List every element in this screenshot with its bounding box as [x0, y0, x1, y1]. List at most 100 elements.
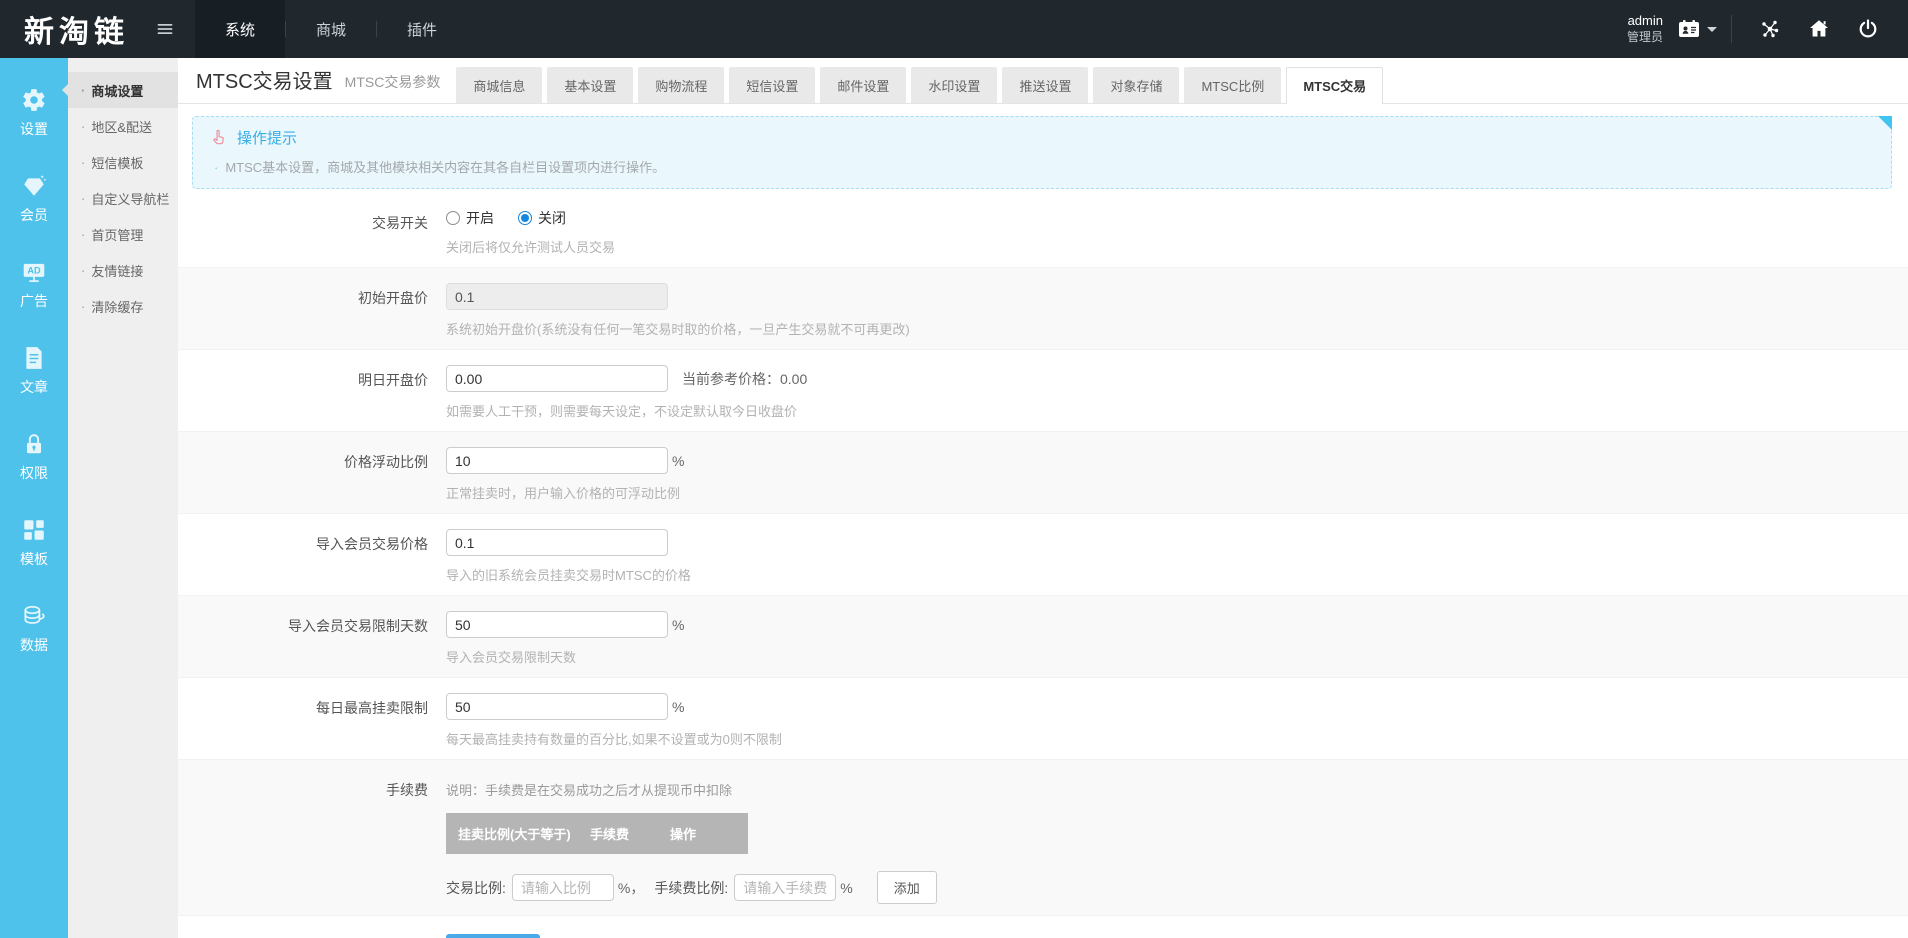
sidebar-item-region-delivery[interactable]: · 地区&配送 [68, 108, 178, 144]
add-fee-button[interactable]: 添加 [876, 871, 937, 904]
collapse-menu-icon[interactable] [139, 0, 191, 58]
fee-ratio-input[interactable] [511, 874, 614, 901]
module-ad[interactable]: AD 广告 [0, 242, 68, 328]
tab-object-storage[interactable]: 对象存储 [1093, 67, 1180, 103]
user-name: admin [1627, 13, 1663, 29]
radio-closed-label[interactable]: 关闭 [538, 208, 566, 228]
module-label: 数据 [20, 637, 48, 653]
fee-ratio-suffix: %， [617, 879, 645, 896]
network-icon [1762, 20, 1779, 38]
tab-push-settings[interactable]: 推送设置 [1002, 67, 1089, 103]
module-label: 广告 [20, 293, 48, 309]
hamburger-icon [157, 24, 173, 34]
top-menu-plugins[interactable]: 插件 [377, 0, 467, 58]
row-float-ratio: 价格浮动比例 % 正常挂卖时，用户输入价格的可浮动比例 [178, 432, 1908, 514]
tab-shopping-flow[interactable]: 购物流程 [638, 67, 725, 103]
float-ratio-input[interactable] [446, 447, 668, 474]
template-grid-icon [24, 520, 44, 540]
tomorrow-price-input[interactable] [446, 365, 668, 392]
tab-bar: MTSC交易设置 MTSC交易参数 商城信息 基本设置 购物流程 短信设置 邮件… [178, 58, 1908, 104]
field-help: 导入的旧系统会员挂卖交易时MTSC的价格 [446, 568, 691, 583]
sidebar-item-home-manage[interactable]: · 首页管理 [68, 216, 178, 252]
submit-button[interactable]: 确认提交 [446, 934, 540, 938]
page-subtitle: MTSC交易参数 [344, 74, 441, 90]
sidebar-item-custom-nav[interactable]: · 自定义导航栏 [68, 180, 178, 216]
row-import-price: 导入会员交易价格 导入的旧系统会员挂卖交易时MTSC的价格 [178, 514, 1908, 596]
sidebar-item-friend-links[interactable]: · 友情链接 [68, 252, 178, 288]
module-article[interactable]: 文章 [0, 328, 68, 414]
tab-basic-settings[interactable]: 基本设置 [547, 67, 634, 103]
module-template[interactable]: 模板 [0, 500, 68, 586]
row-import-days: 导入会员交易限制天数 % 导入会员交易限制天数 [178, 596, 1908, 678]
hand-pointer-icon [213, 129, 224, 145]
gear-icon [23, 89, 45, 111]
field-help: 如需要人工干预，则需要每天设定，不设定默认取今日收盘价 [446, 404, 798, 419]
tab-mtsc-ratio[interactable]: MTSC比例 [1184, 67, 1282, 103]
settings-form: 交易开关 开启 关闭 关闭后将仅允许测试人员交易 初始开盘价 0.1 系统初始开… [178, 193, 1908, 938]
fee-note: 说明：手续费是在交易成功之后才从提现币中扣除 [446, 783, 733, 798]
logout-button[interactable] [1856, 17, 1880, 41]
field-help: 关闭后将仅允许测试人员交易 [446, 240, 616, 255]
sidebar-item-label: 首页管理 [91, 227, 144, 243]
tab-sms-settings[interactable]: 短信设置 [729, 67, 816, 103]
reference-price: 当前参考价格：0.00 [682, 370, 808, 387]
fee-ratio-label: 交易比例: [446, 879, 506, 896]
module-member[interactable]: 会员 [0, 156, 68, 242]
module-data[interactable]: 数据 [0, 586, 68, 672]
percent-suffix: % [672, 698, 685, 715]
page-title: MTSC交易设置 [196, 71, 333, 93]
top-menu-mall[interactable]: 商城 [286, 0, 376, 58]
sidebar-item-label: 自定义导航栏 [91, 191, 170, 207]
notice-item-text: MTSC基本设置，商城及其他模块相关内容在其各自栏目设置项内进行操作。 [225, 160, 666, 175]
row-trade-switch: 交易开关 开启 关闭 关闭后将仅允许测试人员交易 [178, 193, 1908, 268]
bullet: · [81, 262, 86, 278]
field-label: 明日开盘价 [358, 372, 428, 388]
import-days-input[interactable] [446, 611, 668, 638]
top-bar-right: admin 管理员 [1627, 0, 1908, 58]
top-menu-system[interactable]: 系统 [195, 0, 286, 58]
tab-shop-info[interactable]: 商城信息 [456, 67, 543, 103]
lock-icon [26, 434, 42, 454]
chevron-down-icon[interactable] [1707, 26, 1717, 32]
bullet: · [81, 298, 86, 314]
field-help: 导入会员交易限制天数 [446, 650, 577, 665]
radio-closed[interactable] [518, 211, 532, 225]
daily-sell-limit-input[interactable] [446, 693, 668, 720]
top-bar: 新淘链 系统 商城 插件 admin 管理员 [0, 0, 1908, 58]
fee-percent-input[interactable] [734, 874, 837, 901]
row-initial-price: 初始开盘价 系统初始开盘价(系统没有任何一笔交易时取的价格，一旦产生交易就不可再… [178, 268, 1908, 350]
network-button[interactable] [1758, 17, 1782, 41]
notice-title: 操作提示 [237, 130, 298, 147]
active-item-notch [62, 84, 68, 96]
module-label: 会员 [20, 207, 48, 223]
module-settings[interactable]: 设置 [0, 70, 68, 156]
ad-billboard-icon: AD [23, 263, 45, 282]
bullet: · [81, 118, 86, 134]
sidebar-item-shop-settings[interactable]: · 商城设置 [62, 72, 178, 108]
home-icon [1810, 20, 1828, 37]
field-label-spacer [178, 934, 446, 938]
content-area: MTSC交易设置 MTSC交易参数 商城信息 基本设置 购物流程 短信设置 邮件… [178, 58, 1908, 938]
row-tomorrow-price: 明日开盘价 当前参考价格：0.00 如需要人工干预，则需要每天设定，不设定默认取… [178, 350, 1908, 432]
id-card-icon [1679, 20, 1699, 37]
module-permission[interactable]: 权限 [0, 414, 68, 500]
home-button[interactable] [1806, 17, 1832, 41]
notice-title-row: 操作提示 [209, 127, 1875, 148]
fee-col-ratio: 挂卖比例(大于等于) [458, 827, 571, 842]
import-price-input[interactable] [446, 529, 668, 556]
field-label: 初始开盘价 [358, 290, 428, 306]
sidebar-item-label: 友情链接 [91, 263, 144, 279]
radio-open[interactable] [446, 211, 460, 225]
fee-add-row: 交易比例: %， 手续费比例: % 添加 [446, 871, 1908, 904]
tab-watermark-settings[interactable]: 水印设置 [911, 67, 998, 103]
profile-card-button[interactable] [1675, 17, 1703, 41]
field-label: 每日最高挂卖限制 [316, 700, 428, 716]
bullet: · [214, 160, 219, 175]
sidebar-item-clear-cache[interactable]: · 清除缓存 [68, 288, 178, 324]
tab-mail-settings[interactable]: 邮件设置 [820, 67, 907, 103]
radio-open-label[interactable]: 开启 [466, 208, 494, 228]
diamond-icon [24, 175, 46, 196]
sidebar-item-sms-template[interactable]: · 短信模板 [68, 144, 178, 180]
field-help: 系统初始开盘价(系统没有任何一笔交易时取的价格，一旦产生交易就不可再更改) [446, 322, 910, 337]
tab-mtsc-trade[interactable]: MTSC交易 [1286, 67, 1384, 104]
